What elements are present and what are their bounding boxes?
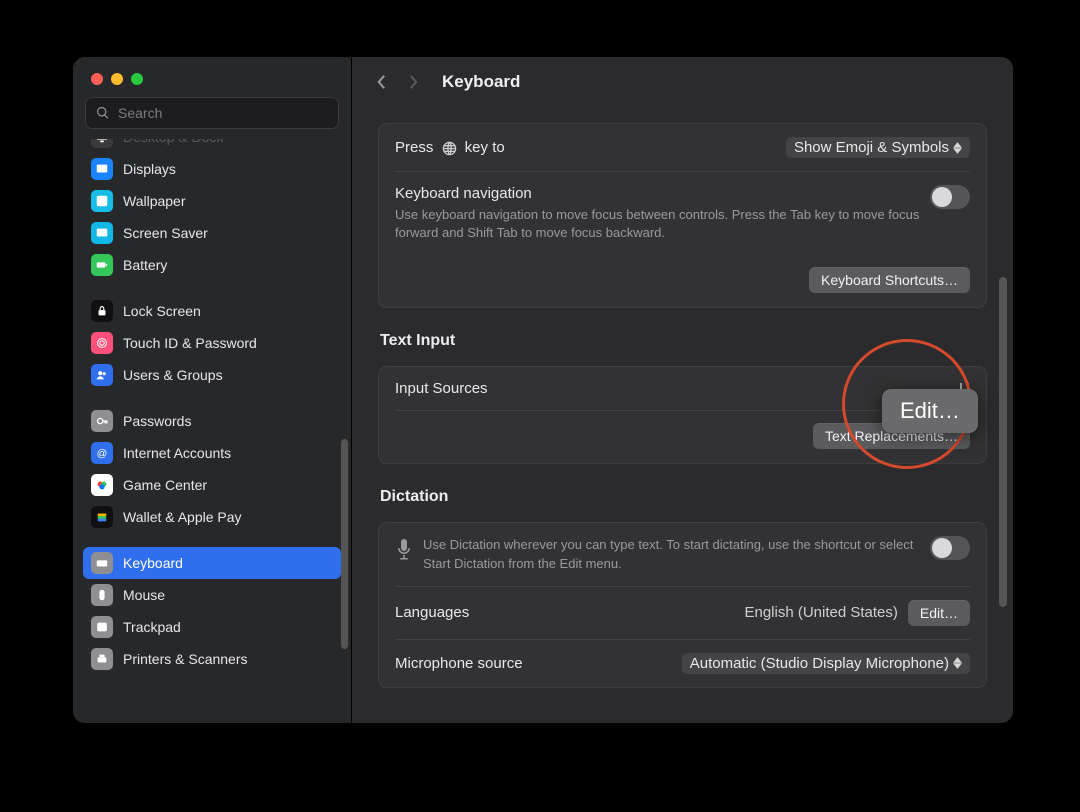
sidebar-scrollbar[interactable] [341, 439, 348, 649]
screensaver-icon [91, 222, 113, 244]
sidebar-item-label: Game Center [123, 477, 207, 493]
dictation-panel: Use Dictation wherever you can type text… [378, 522, 987, 687]
touchid-icon [91, 332, 113, 354]
dictation-toggle-row: Use Dictation wherever you can type text… [395, 523, 970, 585]
battery-icon [91, 254, 113, 276]
search-field[interactable] [85, 97, 339, 129]
mic-source-label: Microphone source [395, 655, 672, 672]
sidebar-item-wallet-apple-pay[interactable]: Wallet & Apple Pay [83, 501, 341, 533]
press-globe-select[interactable]: Show Emoji & Symbols [786, 137, 970, 158]
nav-forward-button[interactable] [404, 73, 422, 91]
sidebar-item-screen-saver[interactable]: Screen Saver [83, 217, 341, 249]
sidebar-item-mouse[interactable]: Mouse [83, 579, 341, 611]
languages-row: Languages English (United States) Edit… [395, 586, 970, 639]
sidebar-item-label: Desktop & Dock [123, 139, 223, 145]
wallet-icon [91, 506, 113, 528]
sidebar-item-label: Wallpaper [123, 193, 186, 209]
page-title: Keyboard [442, 72, 520, 92]
sidebar: Desktop & Dock Displays Wallpaper Screen Sa… [73, 57, 352, 723]
sidebar-item-keyboard[interactable]: Keyboard [83, 547, 341, 579]
sidebar-item-label: Lock Screen [123, 303, 201, 319]
keyboard-panel: Press key to Show Emoji & Symbols [378, 123, 987, 308]
sidebar-item-battery[interactable]: Battery [83, 249, 341, 281]
sidebar-item-label: Internet Accounts [123, 445, 231, 461]
press-globe-label: Press key to [395, 139, 776, 156]
mouse-icon [91, 584, 113, 606]
chevron-up-down-icon [953, 657, 962, 669]
press-globe-row: Press key to Show Emoji & Symbols [395, 124, 970, 171]
search-icon [96, 106, 110, 120]
settings-window: Desktop & Dock Displays Wallpaper Screen Sa… [73, 57, 1013, 723]
sidebar-item-label: Passwords [123, 413, 191, 429]
sidebar-item-label: Screen Saver [123, 225, 208, 241]
nav-back-button[interactable] [372, 73, 390, 91]
keyboard-nav-label: Keyboard navigation [395, 185, 920, 202]
window-controls [73, 57, 351, 97]
sidebar-item-label: Wallet & Apple Pay [123, 509, 242, 525]
sidebar-item-desktop-dock[interactable]: Desktop & Dock [83, 139, 341, 153]
mic-source-value: Automatic (Studio Display Microphone) [690, 655, 949, 672]
mic-source-select[interactable]: Automatic (Studio Display Microphone) [682, 653, 970, 674]
close-window-button[interactable] [91, 73, 103, 85]
sidebar-item-label: Touch ID & Password [123, 335, 257, 351]
trackpad-icon [91, 616, 113, 638]
gamecenter-icon [91, 474, 113, 496]
sidebar-item-passwords[interactable]: Passwords [83, 405, 341, 437]
microphone-icon [395, 536, 413, 565]
printer-icon [91, 648, 113, 670]
text-input-heading: Text Input [378, 308, 987, 356]
keyboard-nav-desc: Use keyboard navigation to move focus be… [395, 206, 920, 242]
languages-value: English (United States) [744, 604, 897, 621]
keyboard-nav-row: Keyboard navigation Use keyboard navigat… [395, 171, 970, 255]
sidebar-item-lock-screen[interactable]: Lock Screen [83, 295, 341, 327]
mic-source-row: Microphone source Automatic (Studio Disp… [395, 639, 970, 687]
press-globe-value: Show Emoji & Symbols [794, 139, 949, 156]
wallpaper-icon [91, 190, 113, 212]
sidebar-item-label: Battery [123, 257, 167, 273]
sidebar-item-label: Users & Groups [123, 367, 223, 383]
sidebar-item-label: Trackpad [123, 619, 181, 635]
keyboard-shortcuts-button[interactable]: Keyboard Shortcuts… [809, 267, 970, 293]
header-bar: Keyboard [352, 57, 1013, 107]
dictation-desc: Use Dictation wherever you can type text… [423, 536, 920, 572]
sidebar-item-printers-scanners[interactable]: Printers & Scanners [83, 643, 341, 675]
minimize-window-button[interactable] [111, 73, 123, 85]
sidebar-item-users-groups[interactable]: Users & Groups [83, 359, 341, 391]
displays-icon [91, 158, 113, 180]
desktop-icon [91, 139, 113, 148]
sidebar-item-game-center[interactable]: Game Center [83, 469, 341, 501]
sidebar-item-label: Displays [123, 161, 176, 177]
users-icon [91, 364, 113, 386]
sidebar-item-internet-accounts[interactable]: @ Internet Accounts [83, 437, 341, 469]
search-input[interactable] [118, 105, 328, 121]
content-scrollbar[interactable] [999, 277, 1007, 607]
chevron-up-down-icon [953, 142, 962, 154]
languages-edit-button[interactable]: Edit… [908, 600, 970, 626]
sidebar-item-trackpad[interactable]: Trackpad [83, 611, 341, 643]
dictation-toggle[interactable] [930, 536, 970, 560]
input-sources-edit-button[interactable]: Edit… [882, 389, 978, 433]
keyboard-nav-toggle[interactable] [930, 185, 970, 209]
svg-text:@: @ [97, 448, 108, 460]
sidebar-item-displays[interactable]: Displays [83, 153, 341, 185]
sidebar-item-label: Keyboard [123, 555, 183, 571]
sidebar-item-wallpaper[interactable]: Wallpaper [83, 185, 341, 217]
at-icon: @ [91, 442, 113, 464]
sidebar-item-label: Printers & Scanners [123, 651, 248, 667]
key-icon [91, 410, 113, 432]
input-sources-label: Input Sources [395, 380, 949, 397]
dictation-heading: Dictation [378, 464, 987, 512]
main-pane: Keyboard Press key to Show Emoji & Symbo… [352, 57, 1013, 723]
sidebar-item-label: Mouse [123, 587, 165, 603]
sidebar-item-touch-id-password[interactable]: Touch ID & Password [83, 327, 341, 359]
keyboard-icon [91, 552, 113, 574]
lockscreen-icon [91, 300, 113, 322]
globe-icon [442, 141, 457, 156]
languages-label: Languages [395, 604, 734, 621]
zoom-window-button[interactable] [131, 73, 143, 85]
